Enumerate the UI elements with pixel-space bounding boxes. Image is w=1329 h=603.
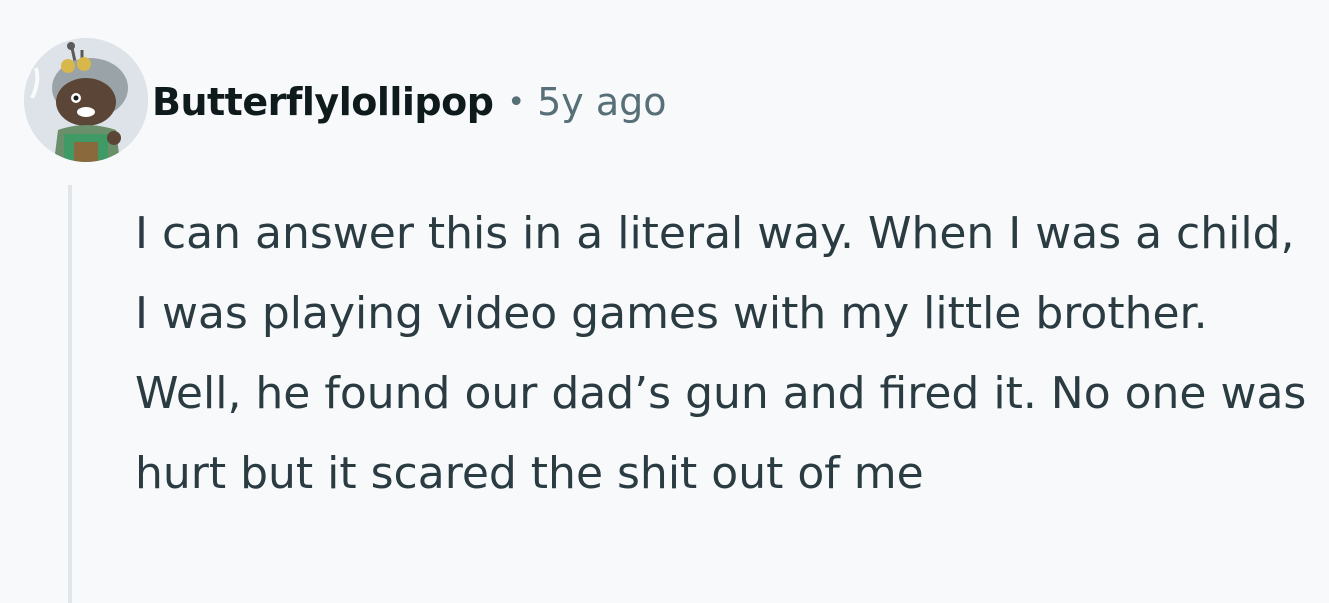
comment-header: Butterflylollipop • 5y ago — [152, 76, 667, 128]
comment-timestamp[interactable]: 5y ago — [537, 80, 666, 124]
snoo-avatar-icon[interactable] — [24, 38, 148, 162]
author-username[interactable]: Butterflylollipop — [152, 80, 494, 124]
comment-body: I can answer this in a literal way. When… — [135, 208, 1307, 499]
meta-separator: • — [507, 84, 526, 120]
thread-collapse-line[interactable] — [68, 185, 72, 603]
comment: Butterflylollipop • 5y ago I can answer … — [0, 0, 1329, 603]
